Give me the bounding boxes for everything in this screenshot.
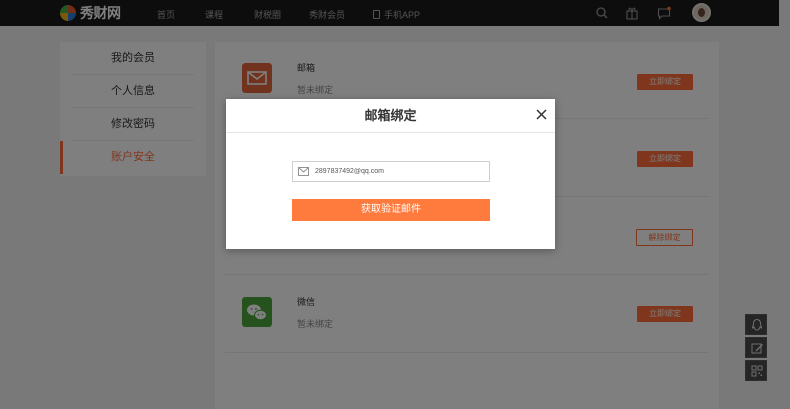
email-input[interactable] xyxy=(315,162,485,181)
email-binding-dialog: 邮箱绑定 获取验证邮件 xyxy=(226,99,555,249)
dialog-header: 邮箱绑定 xyxy=(226,99,555,133)
email-field[interactable] xyxy=(292,161,490,182)
dialog-title: 邮箱绑定 xyxy=(364,108,417,123)
envelope-icon xyxy=(298,167,309,176)
send-verification-email-button[interactable]: 获取验证邮件 xyxy=(292,199,490,221)
close-icon[interactable] xyxy=(535,108,548,121)
